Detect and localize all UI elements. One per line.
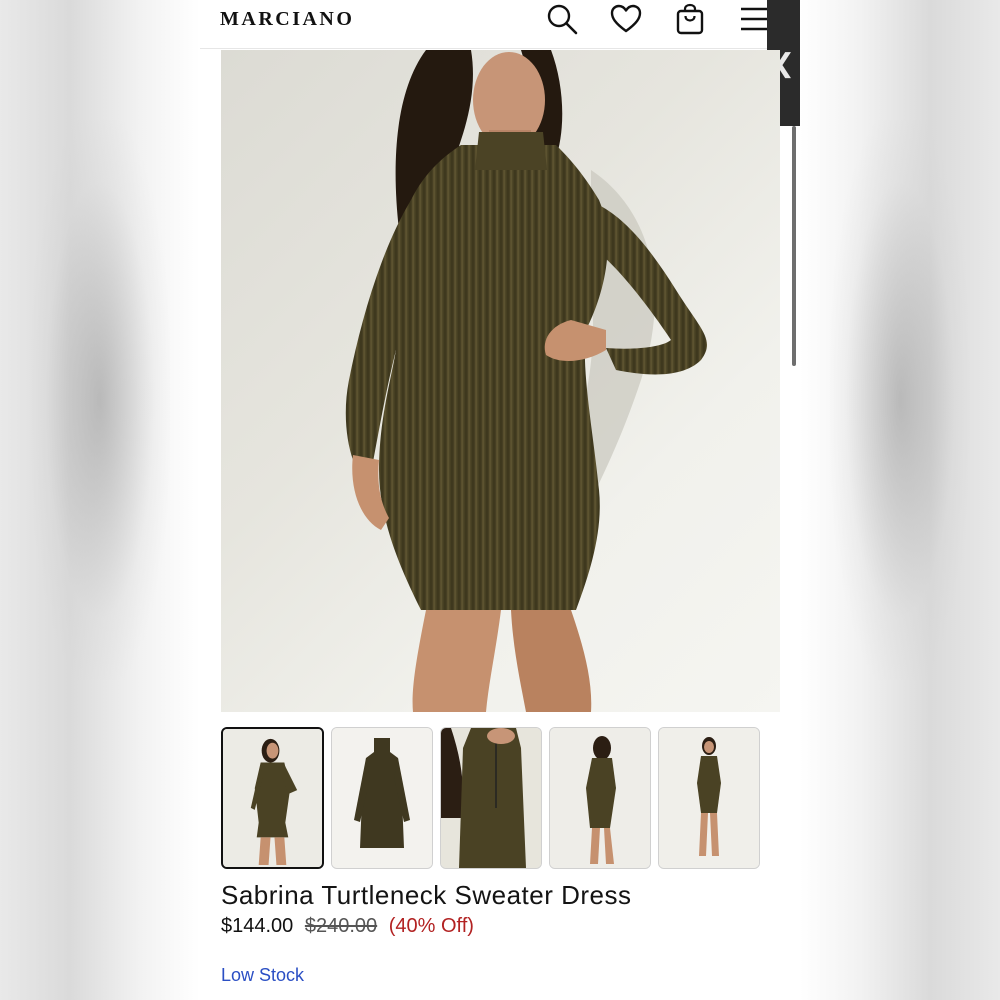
product-page: MARCIANO ❮ Sabrina Turtleneck Sweater Dr… — [200, 0, 800, 1000]
thumbnail-4[interactable] — [549, 727, 651, 869]
heart-icon[interactable] — [607, 0, 645, 38]
top-navigation-bar: MARCIANO — [200, 0, 800, 49]
thumbnail-5[interactable] — [658, 727, 760, 869]
product-main-image[interactable] — [221, 50, 780, 712]
original-price: $240.00 — [304, 915, 378, 937]
blurred-background-right — [800, 0, 1000, 1000]
sale-price: $144.00 — [221, 915, 294, 937]
thumbnail-3[interactable] — [440, 727, 542, 869]
product-title: Sabrina Turtleneck Sweater Dress — [221, 880, 632, 910]
scrollbar[interactable] — [792, 126, 796, 366]
stock-status: Low Stock — [221, 965, 305, 985]
shopping-bag-icon[interactable] — [671, 0, 709, 38]
thumbnail-2[interactable] — [331, 727, 433, 869]
thumbnail-gallery — [221, 727, 781, 869]
thumbnail-1[interactable] — [221, 727, 324, 869]
search-icon[interactable] — [543, 0, 581, 38]
price-row: $144.00 $240.00 (40% Off) — [221, 915, 474, 938]
brand-logo[interactable]: MARCIANO — [220, 8, 354, 31]
blurred-background-left — [0, 0, 200, 1000]
discount-badge: (40% Off) — [388, 915, 474, 937]
